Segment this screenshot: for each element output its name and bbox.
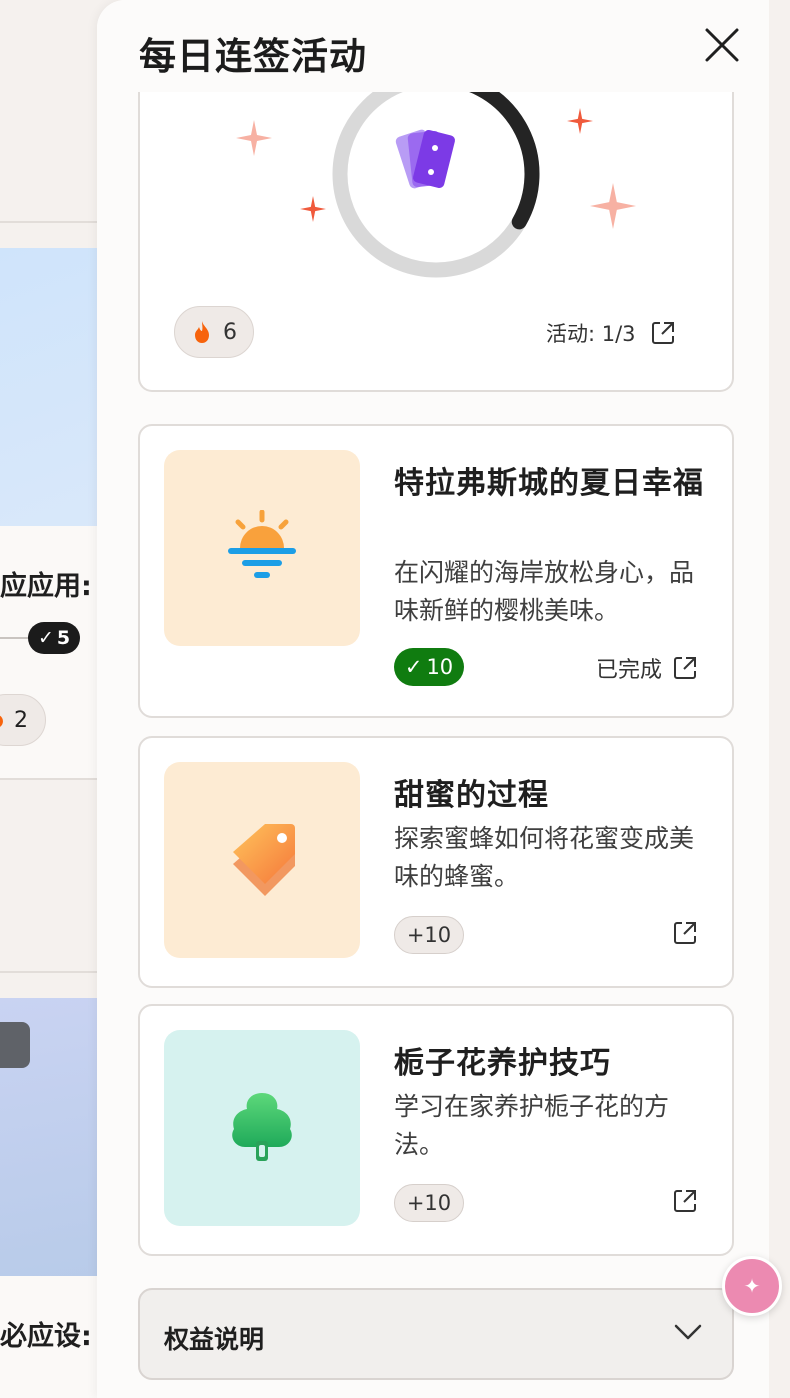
sparkle-icon: ✦	[743, 1274, 761, 1298]
progress-line	[0, 637, 30, 639]
progress-card: 6 活动: 1/3	[138, 40, 734, 392]
sparkle-icon	[300, 196, 326, 222]
benefits-accordion[interactable]: 权益说明	[138, 1288, 734, 1380]
activity-open-link[interactable]	[672, 1188, 698, 1214]
activity-title[interactable]: 特拉弗斯城的夏日幸福	[394, 462, 714, 505]
points-badge: +10	[394, 916, 464, 954]
activity-thumbnail	[164, 762, 360, 958]
activity-thumbnail	[164, 1030, 360, 1226]
points-badge: ✓ 10	[394, 648, 464, 686]
tag-icon	[233, 824, 295, 896]
activity-open-link[interactable]	[672, 920, 698, 946]
activity-thumbnail	[164, 450, 360, 646]
activity-open-link[interactable]: 已完成	[596, 652, 698, 684]
benefits-label: 权益说明	[164, 1325, 265, 1354]
activity-card[interactable]: 甜蜜的过程 探索蜜蜂如何将花蜜变成美味的蜂蜜。 +10	[138, 736, 734, 988]
panel-header: 每日连签活动	[97, 0, 769, 92]
medal-icon	[0, 1022, 30, 1068]
scroll-gutter	[769, 0, 790, 1398]
fire-icon: ●	[0, 710, 4, 731]
chevron-down-icon	[674, 1324, 702, 1340]
sparkle-icon	[567, 108, 593, 134]
panel-title: 每日连签活动	[139, 35, 367, 78]
progress-ring	[332, 80, 540, 278]
checkmark-icon: ✓	[38, 627, 54, 649]
ai-assistant-button[interactable]: ✦	[722, 1256, 782, 1316]
activity-description: 探索蜜蜂如何将花蜜变成美味的蜂蜜。	[394, 824, 695, 891]
completed-status: 已完成	[595, 658, 662, 683]
open-external-icon	[674, 1190, 696, 1212]
points-value: 10	[426, 655, 454, 679]
checkmark-icon: ✓	[404, 655, 423, 679]
daily-streak-panel: 6 活动: 1/3 特拉弗斯城的夏日幸福 在闪耀的海岸放松身心，品味新鲜的樱桃美…	[97, 0, 769, 1398]
activity-card[interactable]: 特拉弗斯城的夏日幸福 在闪耀的海岸放松身心，品味新鲜的樱桃美味。 ✓ 10 已完…	[138, 424, 734, 718]
fire-icon	[195, 321, 209, 343]
activity-title[interactable]: 栀子花养护技巧	[394, 1042, 714, 1085]
activity-label: 活动: 1/3	[546, 322, 636, 346]
streak-count: 6	[223, 319, 237, 345]
streak-count: 2	[14, 707, 28, 733]
close-icon[interactable]	[703, 26, 741, 64]
activity-card[interactable]: 栀子花养护技巧 学习在家养护栀子花的方法。 +10	[138, 1004, 734, 1256]
sparkle-icon	[590, 183, 636, 229]
card-title[interactable]: 必应设:	[0, 1314, 92, 1353]
open-external-icon	[651, 322, 674, 344]
cards-icon	[395, 129, 455, 189]
points-badge: +10	[394, 1184, 464, 1222]
activity-description: 学习在家养护栀子花的方法。	[394, 1092, 670, 1159]
open-external-icon	[674, 657, 696, 679]
activity-title[interactable]: 甜蜜的过程	[394, 774, 714, 817]
completed-count: 5	[56, 627, 71, 649]
activity-description: 在闪耀的海岸放松身心，品味新鲜的樱桃美味。	[394, 558, 695, 625]
activity-progress-link[interactable]: 活动: 1/3	[546, 318, 676, 348]
sparkle-icon	[236, 120, 272, 156]
card-title[interactable]: 应应用:	[0, 564, 92, 603]
open-external-icon	[674, 922, 696, 944]
completed-badge: ✓ 5	[28, 622, 81, 654]
streak-pill: 6	[174, 306, 254, 358]
tree-icon	[232, 1093, 292, 1161]
sunset-icon	[228, 510, 296, 578]
